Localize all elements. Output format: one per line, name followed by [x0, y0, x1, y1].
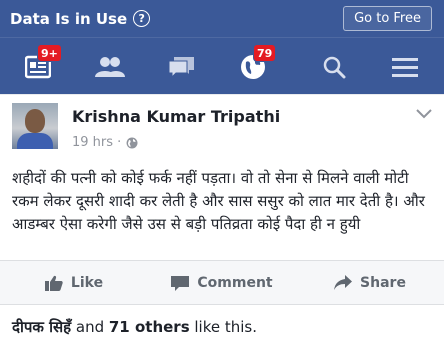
notifications-tab[interactable]: 79	[225, 38, 281, 95]
share-button[interactable]: Share	[296, 261, 444, 304]
messages-icon	[168, 56, 194, 78]
hamburger-menu-icon	[392, 57, 418, 77]
like-label: Like	[70, 274, 104, 291]
friends-tab[interactable]	[82, 38, 138, 95]
like-button[interactable]: Like	[0, 261, 148, 304]
search-tab[interactable]	[306, 38, 362, 95]
data-usage-bar: Data Is in Use ? Go to Free	[0, 0, 444, 37]
thumbs-up-icon	[44, 275, 63, 291]
likes-and: and	[71, 318, 109, 336]
data-usage-label: Data Is in Use	[10, 9, 128, 28]
comment-button[interactable]: Comment	[148, 261, 296, 304]
friends-icon	[95, 56, 125, 77]
post-timestamp[interactable]: 19 hrs ·	[72, 135, 121, 150]
avatar-head	[25, 109, 45, 133]
likes-summary[interactable]: दीपक सिहँ and 71 others like this.	[12, 317, 257, 337]
comment-icon	[171, 275, 190, 291]
liker-name[interactable]: दीपक सिहँ	[12, 318, 71, 336]
share-arrow-icon	[334, 275, 353, 290]
messages-tab[interactable]	[154, 38, 210, 95]
help-icon[interactable]: ?	[133, 10, 151, 27]
go-to-free-button[interactable]: Go to Free	[343, 6, 432, 31]
post-body-text: शहीदों की पत्नी को कोई फर्क नहीं पड़ता। …	[12, 169, 425, 233]
likes-others-count[interactable]: 71 others	[109, 318, 190, 336]
avatar-body	[17, 133, 53, 149]
menu-tab[interactable]	[377, 38, 433, 95]
data-usage-indicator: Data Is in Use ?	[10, 9, 151, 28]
news-feed-badge: 9+	[37, 44, 62, 62]
chevron-down-icon[interactable]	[416, 109, 432, 119]
public-globe-icon	[126, 137, 138, 148]
search-icon	[323, 56, 346, 78]
post-card: Krishna Kumar Tripathi 19 hrs · शहीदों क…	[0, 95, 444, 350]
likes-suffix: like this.	[189, 318, 258, 336]
post-author-name[interactable]: Krishna Kumar Tripathi	[72, 107, 280, 126]
news-feed-tab[interactable]: 9+	[10, 38, 66, 95]
comment-label: Comment	[197, 274, 273, 291]
post-actions-bar: Like Comment Share	[0, 260, 444, 305]
share-label: Share	[360, 274, 406, 291]
nav-bar: 9+ 79	[0, 37, 444, 94]
post-meta: 19 hrs ·	[72, 135, 138, 150]
notifications-badge: 79	[253, 44, 277, 62]
author-avatar[interactable]	[12, 103, 58, 149]
